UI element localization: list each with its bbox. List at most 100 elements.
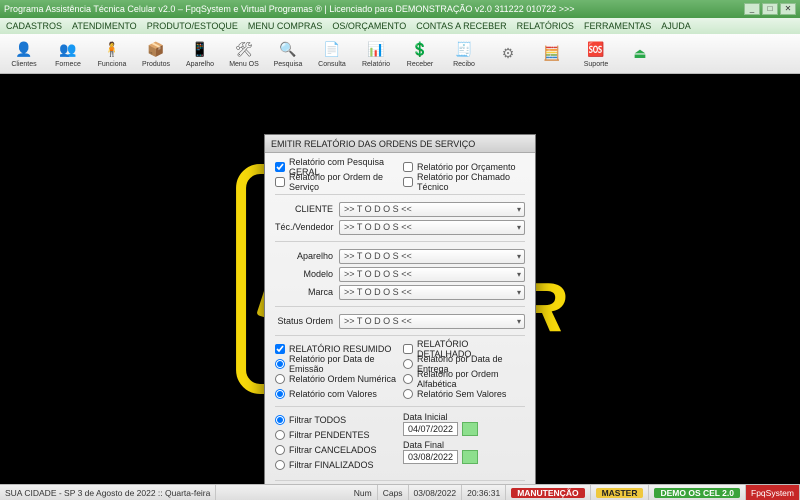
aparelho-icon: 📱 bbox=[190, 40, 210, 60]
dialog-title: EMITIR RELATÓRIO DAS ORDENS DE SERVIÇO bbox=[265, 135, 535, 153]
status-maintenance-badge: MANUTENÇÃO bbox=[511, 488, 584, 498]
toolbar-fornece[interactable]: 👥Fornece bbox=[48, 36, 88, 72]
tb-exit-icon: ⏏ bbox=[630, 43, 650, 63]
date-inicial[interactable]: 04/07/2022 bbox=[403, 422, 458, 436]
menu-os[interactable]: OS/ORÇAMENTO bbox=[332, 21, 406, 31]
lbl-cliente: CLIENTE bbox=[275, 204, 333, 214]
combo-aparelho[interactable]: >> T O D O S << bbox=[339, 249, 525, 264]
chk-por-chamado[interactable]: Relatório por Chamado Técnico bbox=[403, 174, 525, 189]
rad-ordem-numerica-label: Relatório Ordem Numérica bbox=[289, 374, 396, 384]
window-maximize-button[interactable]: □ bbox=[762, 3, 778, 15]
suporte-icon: 🆘 bbox=[586, 40, 606, 60]
rad-sem-valores[interactable]: Relatório Sem Valores bbox=[403, 386, 525, 401]
aparelho-label: Aparelho bbox=[186, 61, 214, 68]
menu-cadastros[interactable]: CADASTROS bbox=[6, 21, 62, 31]
rad-com-valores-label: Relatório com Valores bbox=[289, 389, 377, 399]
chk-por-chamado-label: Relatório por Chamado Técnico bbox=[417, 172, 525, 192]
toolbar-funciona[interactable]: 🧍Funciona bbox=[92, 36, 132, 72]
status-location-date: SUA CIDADE - SP 3 de Agosto de 2022 :: Q… bbox=[0, 485, 216, 500]
produtos-label: Produtos bbox=[142, 61, 170, 68]
relatorio-label: Relatório bbox=[362, 61, 390, 68]
window-title: Programa Assistência Técnica Celular v2.… bbox=[4, 4, 744, 14]
rad-filtrar-todos-label: Filtrar TODOS bbox=[289, 415, 346, 425]
funciona-label: Funciona bbox=[98, 61, 127, 68]
toolbar-tb-calc[interactable]: 🧮 bbox=[532, 36, 572, 72]
menu-atendimento[interactable]: ATENDIMENTO bbox=[72, 21, 137, 31]
status-date: 03/08/2022 bbox=[409, 485, 463, 500]
menu-compras[interactable]: MENU COMPRAS bbox=[248, 21, 323, 31]
status-time: 20:36:31 bbox=[462, 485, 506, 500]
rad-com-valores[interactable]: Relatório com Valores bbox=[275, 386, 397, 401]
menu-contas[interactable]: CONTAS A RECEBER bbox=[416, 21, 506, 31]
window-close-button[interactable]: ✕ bbox=[780, 3, 796, 15]
main-toolbar: 👤Clientes👥Fornece🧍Funciona📦Produtos📱Apar… bbox=[0, 34, 800, 74]
toolbar-clientes[interactable]: 👤Clientes bbox=[4, 36, 44, 72]
status-app-badge: DEMO OS CEL 2.0 bbox=[654, 488, 740, 498]
rad-filtrar-finalizados-label: Filtrar FINALIZADOS bbox=[289, 460, 374, 470]
toolbar-recibo[interactable]: 🧾Recibo bbox=[444, 36, 484, 72]
menu-bar: CADASTROS ATENDIMENTO PRODUTO/ESTOQUE ME… bbox=[0, 18, 800, 34]
lbl-modelo: Modelo bbox=[275, 269, 333, 279]
menu-ajuda[interactable]: AJUDA bbox=[661, 21, 691, 31]
rad-filtrar-finalizados[interactable]: Filtrar FINALIZADOS bbox=[275, 457, 397, 472]
rad-filtrar-pendentes[interactable]: Filtrar PENDENTES bbox=[275, 427, 397, 442]
relatorio-icon: 📊 bbox=[366, 40, 386, 60]
combo-marca[interactable]: >> T O D O S << bbox=[339, 285, 525, 300]
menu-ferramentas[interactable]: FERRAMENTAS bbox=[584, 21, 651, 31]
clientes-label: Clientes bbox=[11, 61, 36, 68]
menu-produto[interactable]: PRODUTO/ESTOQUE bbox=[147, 21, 238, 31]
date-final[interactable]: 03/08/2022 bbox=[403, 450, 458, 464]
toolbar-relatorio[interactable]: 📊Relatório bbox=[356, 36, 396, 72]
combo-vendedor[interactable]: >> T O D O S << bbox=[339, 220, 525, 235]
lbl-data-inicial: Data Inicial bbox=[403, 412, 525, 422]
toolbar-suporte[interactable]: 🆘Suporte bbox=[576, 36, 616, 72]
pesquisa-icon: 🔍 bbox=[278, 40, 298, 60]
combo-status[interactable]: >> T O D O S << bbox=[339, 314, 525, 329]
pesquisa-label: Pesquisa bbox=[274, 61, 303, 68]
produtos-icon: 📦 bbox=[146, 40, 166, 60]
rad-filtrar-cancelados[interactable]: Filtrar CANCELADOS bbox=[275, 442, 397, 457]
toolbar-tb-exit[interactable]: ⏏ bbox=[620, 36, 660, 72]
rad-sem-valores-label: Relatório Sem Valores bbox=[417, 389, 506, 399]
combo-modelo[interactable]: >> T O D O S << bbox=[339, 267, 525, 282]
consulta-label: Consulta bbox=[318, 61, 346, 68]
chk-resumido-label: RELATÓRIO RESUMIDO bbox=[289, 344, 391, 354]
lbl-aparelho: Aparelho bbox=[275, 251, 333, 261]
suporte-label: Suporte bbox=[584, 61, 609, 68]
rad-filtrar-cancelados-label: Filtrar CANCELADOS bbox=[289, 445, 377, 455]
rad-ordem-numerica[interactable]: Relatório Ordem Numérica bbox=[275, 371, 397, 386]
toolbar-aparelho[interactable]: 📱Aparelho bbox=[180, 36, 220, 72]
menuos-icon: 🛠 bbox=[234, 40, 254, 60]
rad-data-emissao[interactable]: Relatório por Data de Emissão bbox=[275, 356, 397, 371]
recibo-label: Recibo bbox=[453, 61, 475, 68]
toolbar-pesquisa[interactable]: 🔍Pesquisa bbox=[268, 36, 308, 72]
toolbar-menuos[interactable]: 🛠Menu OS bbox=[224, 36, 264, 72]
chk-por-ordem-label: Relatório por Ordem de Serviço bbox=[289, 172, 397, 192]
toolbar-receber[interactable]: 💲Receber bbox=[400, 36, 440, 72]
calendar-inicial-button[interactable] bbox=[462, 422, 478, 436]
calendar-final-button[interactable] bbox=[462, 450, 478, 464]
fornece-label: Fornece bbox=[55, 61, 81, 68]
toolbar-consulta[interactable]: 📄Consulta bbox=[312, 36, 352, 72]
lbl-status: Status Ordem bbox=[275, 316, 333, 326]
window-titlebar: Programa Assistência Técnica Celular v2.… bbox=[0, 0, 800, 18]
receber-icon: 💲 bbox=[410, 40, 430, 60]
consulta-icon: 📄 bbox=[322, 40, 342, 60]
toolbar-tb-gear[interactable]: ⚙ bbox=[488, 36, 528, 72]
combo-cliente[interactable]: >> T O D O S << bbox=[339, 202, 525, 217]
funciona-icon: 🧍 bbox=[102, 40, 122, 60]
tb-calc-icon: 🧮 bbox=[542, 43, 562, 63]
rad-filtrar-todos[interactable]: Filtrar TODOS bbox=[275, 412, 397, 427]
fornece-icon: 👥 bbox=[58, 40, 78, 60]
report-dialog: EMITIR RELATÓRIO DAS ORDENS DE SERVIÇO R… bbox=[264, 134, 536, 484]
menu-relatorios[interactable]: RELATÓRIOS bbox=[517, 21, 574, 31]
toolbar-produtos[interactable]: 📦Produtos bbox=[136, 36, 176, 72]
status-caps: Caps bbox=[378, 485, 409, 500]
lbl-marca: Marca bbox=[275, 287, 333, 297]
window-minimize-button[interactable]: _ bbox=[744, 3, 760, 15]
rad-ordem-alfabetica[interactable]: Relatório por Ordem Alfabética bbox=[403, 371, 525, 386]
tb-gear-icon: ⚙ bbox=[498, 43, 518, 63]
chk-por-ordem[interactable]: Relatório por Ordem de Serviço bbox=[275, 174, 397, 189]
rad-filtrar-pendentes-label: Filtrar PENDENTES bbox=[289, 430, 370, 440]
status-num: Num bbox=[349, 485, 378, 500]
